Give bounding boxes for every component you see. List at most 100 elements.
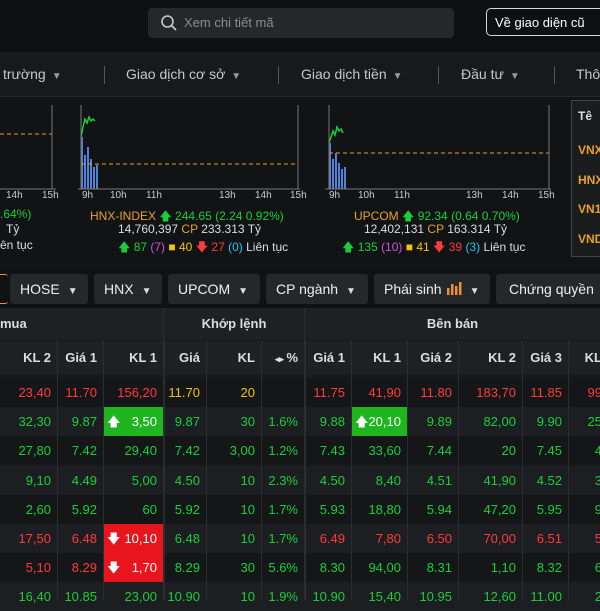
cell-ask-vol-3: 2 bbox=[568, 582, 600, 611]
column-header-match-vol[interactable]: KL bbox=[206, 341, 261, 375]
time-label: 14h bbox=[6, 190, 23, 201]
tab-hnx[interactable]: HNX ▼ bbox=[94, 274, 162, 304]
cell-ask-price-3: 6.51 bbox=[522, 524, 568, 553]
old-ui-button[interactable]: Về giao diện cũ bbox=[486, 8, 600, 36]
table-row[interactable]: 32,30 9.87 🡅 3,50 9.87 30 1.6% 9.88 🡅 20,10 9.89 82… bbox=[0, 407, 600, 437]
table-row[interactable]: 27,80 7.42 29,40 7.42 3,00 1.2% 7.43 33,60 7.44 2… bbox=[0, 436, 600, 466]
cell-value: 5.6% bbox=[268, 560, 298, 576]
cell-ask-price-2: 5.94 bbox=[407, 495, 458, 524]
index-list-item[interactable]: VN1 bbox=[578, 202, 600, 216]
column-header-ask-vol-2[interactable]: KL 2 bbox=[458, 341, 522, 375]
tab-derivatives[interactable]: Phái sinh ▼ bbox=[374, 274, 490, 304]
time-label: 15h bbox=[290, 190, 307, 201]
cell-value: 10 bbox=[240, 589, 255, 605]
column-header-bid-vol-1[interactable]: KL 1 bbox=[103, 341, 163, 375]
cell-bid-price-1: 8.29 bbox=[57, 553, 103, 582]
table-row[interactable]: 16,40 10.85 23,00 10.90 10 1.9% 10.90 15,40 10.9… bbox=[0, 582, 600, 611]
index-status: ên tục bbox=[0, 238, 33, 252]
tab-upcom[interactable]: UPCOM ▼ bbox=[168, 274, 260, 304]
column-header-bid-vol-2[interactable]: KL 2 bbox=[0, 341, 57, 375]
cell-ask-price-3: 8.32 bbox=[522, 553, 568, 582]
cell-match-price: 11.70 bbox=[164, 378, 206, 407]
cell-ask-vol-3: 5 bbox=[568, 524, 600, 553]
tab-warrants[interactable]: Chứng quyền bbox=[496, 274, 600, 304]
cell-value: 10,10 bbox=[124, 531, 157, 546]
time-label: 13h bbox=[466, 190, 483, 201]
search-icon bbox=[161, 15, 177, 31]
cell-value: 1,10 bbox=[490, 560, 516, 576]
tab-hose[interactable]: HOSE ▼ bbox=[10, 274, 88, 304]
table-row[interactable]: 23,40 11.70 156,20 11.70 20 11.75 41,90 11.80 18… bbox=[0, 378, 600, 407]
cell-ask-price-2: 8.31 bbox=[407, 553, 458, 582]
tab-label: HNX bbox=[104, 281, 134, 297]
cell-value: 1.7% bbox=[268, 531, 298, 546]
menu-item-cash-trading[interactable]: Giao dịch tiền ▼ bbox=[301, 66, 403, 82]
index-status: Liên tục bbox=[483, 240, 526, 254]
search-placeholder[interactable]: Xem chi tiết mã bbox=[184, 15, 274, 30]
index-value: 92.34 bbox=[417, 209, 448, 223]
cell-bid-vol-2: 5,10 bbox=[0, 553, 57, 582]
index-name: HNX-INDEX bbox=[90, 209, 157, 223]
table-row[interactable]: 5,10 8.29 🡇 1,70 8.29 30 5.6% 8.30 94,00 8.31 1,10… bbox=[0, 553, 600, 583]
cell-match-price: 7.42 bbox=[164, 436, 206, 465]
cell-value: 99 bbox=[587, 385, 600, 400]
column-header-match-price[interactable]: Giá bbox=[164, 341, 206, 375]
cell-value: 5.94 bbox=[426, 501, 452, 517]
cell-value: 5.92 bbox=[71, 501, 97, 517]
cell-value: 82,00 bbox=[483, 414, 516, 430]
cell-match-vol: 10 bbox=[206, 524, 261, 553]
column-header-ask-price-3[interactable]: Giá 3 bbox=[522, 341, 568, 375]
cell-match-vol: 10 bbox=[206, 495, 261, 524]
upcom-volume: 12,402,131 CP 163.314 Tỷ bbox=[364, 222, 507, 236]
index-list-item[interactable]: HNX bbox=[578, 173, 600, 187]
cell-bid-vol-1: 🡇 1,70 bbox=[103, 553, 163, 583]
cell-ask-vol-1: 7,80 bbox=[351, 524, 407, 553]
cell-value: 6.48 bbox=[174, 531, 200, 546]
index-list-item[interactable]: VND bbox=[578, 232, 600, 246]
cell-value: 4 bbox=[594, 443, 600, 459]
cell-ask-vol-1: 8,40 bbox=[351, 466, 407, 495]
time-label: 13h bbox=[219, 190, 236, 201]
down-arrow-icon: 🡇 bbox=[107, 560, 121, 576]
column-header-bid-price-1[interactable]: Giá 1 bbox=[57, 341, 103, 375]
down-count: 39 bbox=[448, 240, 463, 254]
cell-ask-price-1: 4.50 bbox=[305, 466, 351, 495]
main-menu: ị trường ▼ Giao dịch cơ sở ▼ Giao dịch tiề… bbox=[0, 52, 600, 97]
panel-header: Tê bbox=[578, 109, 593, 123]
hnx-index-chart bbox=[78, 105, 300, 190]
column-divider bbox=[57, 341, 58, 600]
cell-ask-price-1: 6.49 bbox=[305, 524, 351, 553]
time-label: 9h bbox=[82, 190, 94, 201]
index-list-item[interactable]: VNX bbox=[578, 143, 600, 157]
table-row[interactable]: 17,50 6.48 🡇 10,10 6.48 10 1.7% 6.49 7,80 6.50 70,… bbox=[0, 524, 600, 553]
symbol-search[interactable]: Xem chi tiết mã bbox=[148, 8, 454, 38]
cell-value: 8,40 bbox=[375, 472, 401, 488]
column-header-ask-vol-1[interactable]: KL 1 bbox=[351, 341, 407, 375]
column-header-ask-price-1[interactable]: Giá 1 bbox=[305, 341, 351, 375]
ceil-count: (10) bbox=[381, 240, 403, 254]
cell-bid-vol-2: 9,10 bbox=[0, 466, 57, 495]
sort-arrows-icon[interactable]: ◂▸ bbox=[275, 354, 287, 364]
column-header-ask-price-2[interactable]: Giá 2 bbox=[407, 341, 458, 375]
column-divider bbox=[568, 341, 569, 600]
menu-item-market[interactable]: ị trường ▼ bbox=[0, 66, 62, 82]
tab-sector[interactable]: CP ngành ▼ bbox=[266, 274, 368, 304]
cell-value: 6.49 bbox=[319, 531, 345, 546]
cell-value: 18,80 bbox=[368, 501, 401, 517]
menu-item-more[interactable]: Thô bbox=[576, 66, 600, 82]
column-divider bbox=[458, 341, 459, 600]
time-label: 15h bbox=[42, 190, 59, 201]
column-header-ask-vol-3[interactable]: KL bbox=[568, 341, 600, 375]
table-row[interactable]: 2,60 5.92 60 5.92 10 1.7% 5.93 18,80 5.94 47,20 5.… bbox=[0, 494, 600, 524]
cell-value: 15,40 bbox=[368, 589, 401, 605]
table-row[interactable]: 9,10 4.49 5,00 4.50 10 2.3% 4.50 8,40 4.51 41,90 4… bbox=[0, 465, 600, 495]
cell-ask-price-3: 4.52 bbox=[522, 466, 568, 495]
time-label: 9h bbox=[329, 190, 341, 201]
menu-item-invest[interactable]: Đầu tư ▼ bbox=[461, 66, 520, 82]
column-header-match-pct[interactable]: ◂▸ % bbox=[261, 341, 304, 375]
menu-item-base-trading[interactable]: Giao dịch cơ sở ▼ bbox=[126, 66, 241, 82]
cell-value: 3,00 bbox=[229, 443, 255, 459]
square-icon: ■ bbox=[405, 240, 413, 254]
tab-partial[interactable] bbox=[0, 274, 8, 304]
cell-value: 70,00 bbox=[483, 531, 516, 546]
